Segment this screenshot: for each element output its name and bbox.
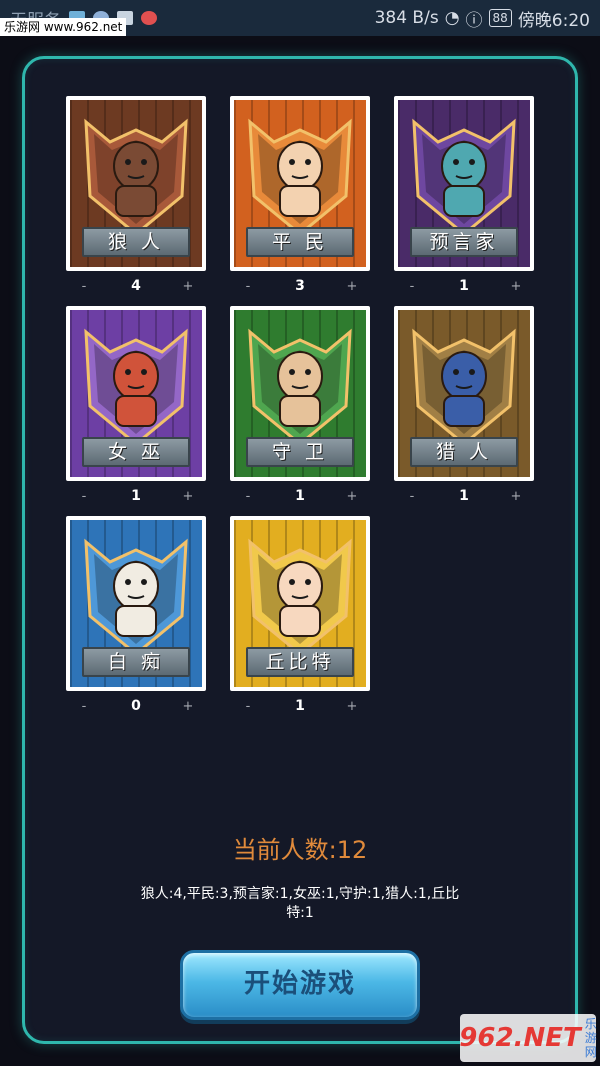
increment-button[interactable]: + [344, 699, 360, 714]
role-name: 白 痴 [82, 647, 190, 677]
increment-button[interactable]: + [508, 279, 524, 294]
role-name: 平 民 [246, 227, 354, 257]
decrement-button[interactable]: - [76, 489, 92, 504]
role-counter-villager: - 3 + [230, 276, 370, 296]
card-frame: 平 民 [230, 96, 370, 271]
role-counter-guard: - 1 + [230, 486, 370, 506]
role-card-hunter[interactable]: 猎 人 [394, 306, 534, 481]
role-counter-seer: - 1 + [394, 276, 534, 296]
role-card-cupid[interactable]: 丘比特 [230, 516, 370, 691]
clock: 傍晚6:20 [517, 10, 590, 31]
card-artwork: 白 痴 [70, 520, 202, 687]
role-count: 1 [459, 488, 469, 504]
decrement-button[interactable]: - [76, 279, 92, 294]
role-name: 预言家 [410, 227, 518, 257]
role-count: 3 [295, 278, 305, 294]
role-name: 狼 人 [82, 227, 190, 257]
role-summary: 狼人:4,平民:3,预言家:1,女巫:1,守护:1,猎人:1,丘比特:1 [140, 886, 460, 921]
role-count: 0 [131, 698, 141, 714]
alert-icon: ⓘ [465, 10, 483, 31]
role-counter-hunter: - 1 + [394, 486, 534, 506]
card-artwork: 平 民 [234, 100, 366, 267]
increment-button[interactable]: + [344, 489, 360, 504]
increment-button[interactable]: + [180, 699, 196, 714]
role-count: 1 [131, 488, 141, 504]
card-artwork: 守 卫 [234, 310, 366, 477]
role-card-werewolf[interactable]: 狼 人 [66, 96, 206, 271]
card-frame: 狼 人 [66, 96, 206, 271]
card-artwork: 丘比特 [234, 520, 366, 687]
role-counter-cupid: - 1 + [230, 696, 370, 716]
card-frame: 守 卫 [230, 306, 370, 481]
wifi-icon: ◔ [444, 8, 460, 28]
role-card-villager[interactable]: 平 民 [230, 96, 370, 271]
increment-button[interactable]: + [180, 489, 196, 504]
decrement-button[interactable]: - [76, 699, 92, 714]
increment-button[interactable]: + [180, 279, 196, 294]
card-frame: 丘比特 [230, 516, 370, 691]
role-name: 守 卫 [246, 437, 354, 467]
watermark-bottom: 962.NET 乐游网 [459, 1014, 597, 1062]
decrement-button[interactable]: - [240, 279, 256, 294]
watermark-text: 乐游网 [584, 1017, 597, 1059]
role-name: 猎 人 [410, 437, 518, 467]
role-card-witch[interactable]: 女 巫 [66, 306, 206, 481]
card-artwork: 猎 人 [398, 310, 530, 477]
role-name: 丘比特 [246, 647, 354, 677]
decrement-button[interactable]: - [404, 279, 420, 294]
network-speed: 384 B/s [374, 8, 439, 28]
role-counter-idiot: - 0 + [66, 696, 206, 716]
card-artwork: 狼 人 [70, 100, 202, 267]
decrement-button[interactable]: - [240, 699, 256, 714]
role-card-seer[interactable]: 预言家 [394, 96, 534, 271]
role-count: 4 [131, 278, 141, 294]
watermark-top: 乐游网 www.962.net [0, 18, 127, 36]
increment-button[interactable]: + [344, 279, 360, 294]
card-frame: 白 痴 [66, 516, 206, 691]
increment-button[interactable]: + [508, 489, 524, 504]
card-frame: 预言家 [394, 96, 534, 271]
role-count: 1 [295, 488, 305, 504]
role-name: 女 巫 [82, 437, 190, 467]
role-counter-witch: - 1 + [66, 486, 206, 506]
decrement-button[interactable]: - [240, 489, 256, 504]
player-count: 当前人数:12 [232, 836, 368, 864]
watermark-logo: 962.NET [459, 1023, 581, 1053]
role-count: 1 [459, 278, 469, 294]
decrement-button[interactable]: - [404, 489, 420, 504]
card-frame: 女 巫 [66, 306, 206, 481]
card-frame: 猎 人 [394, 306, 534, 481]
status-right: 384 B/s ◔ ⓘ 88 傍晚6:20 [375, 6, 590, 31]
start-game-button[interactable]: 开始游戏 [180, 950, 420, 1020]
role-card-idiot[interactable]: 白 痴 [66, 516, 206, 691]
role-counter-werewolf: - 4 + [66, 276, 206, 296]
card-artwork: 预言家 [398, 100, 530, 267]
map-pin-icon [141, 11, 157, 25]
card-artwork: 女 巫 [70, 310, 202, 477]
role-card-guard[interactable]: 守 卫 [230, 306, 370, 481]
battery-indicator: 88 [488, 9, 512, 27]
role-count: 1 [295, 698, 305, 714]
